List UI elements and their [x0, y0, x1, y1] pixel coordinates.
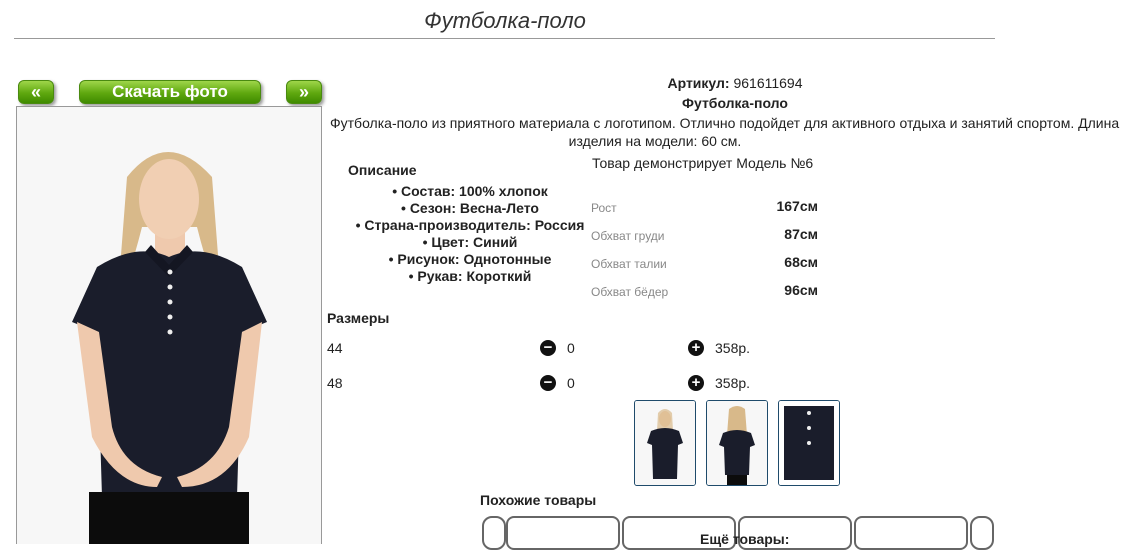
size-label: 44: [327, 340, 343, 356]
carousel-next-button[interactable]: [970, 516, 994, 550]
carousel-prev-button[interactable]: [482, 516, 506, 550]
model-param-row: Рост 167см: [591, 198, 821, 218]
size-price: 358р.: [715, 375, 751, 391]
more-products-heading: Ещё товары:: [700, 531, 790, 547]
article-value: 961611694: [733, 75, 803, 91]
model-param-label: Обхват бёдер: [591, 285, 669, 299]
prev-photo-button[interactable]: «: [18, 80, 54, 104]
description-item: • Рисунок: Однотонные: [388, 251, 552, 267]
photo-thumbnail-detail[interactable]: [778, 400, 840, 486]
article-label: Артикул:: [667, 75, 730, 91]
description-list: • Состав: 100% хлопок • Сезон: Весна-Лет…: [335, 183, 605, 285]
article-line: Артикул: 961611694: [630, 75, 840, 91]
description-heading: Описание: [348, 162, 417, 178]
thumbnail-image: [635, 401, 695, 485]
similar-product-card[interactable]: [506, 516, 620, 550]
main-product-photo[interactable]: [16, 106, 322, 544]
product-description-line1: Футболка-поло из приятного материала с л…: [330, 115, 1120, 131]
minus-circle-icon[interactable]: −: [540, 340, 556, 356]
next-photo-button[interactable]: »: [286, 80, 322, 104]
size-row: 44 − 0 + 358р.: [327, 338, 827, 360]
size-label: 48: [327, 375, 343, 391]
thumbnail-image: [779, 401, 839, 485]
model-param-value: 68см: [784, 254, 818, 270]
description-item: • Рукав: Короткий: [408, 268, 532, 284]
description-item: • Страна-производитель: Россия: [355, 217, 585, 233]
model-param-value: 87см: [784, 226, 818, 242]
size-row: 48 − 0 + 358р.: [327, 373, 827, 395]
minus-circle-icon[interactable]: −: [540, 375, 556, 391]
size-price: 358р.: [715, 340, 751, 356]
page-title: Футболка-поло: [424, 8, 586, 33]
model-param-row: Обхват талии 68см: [591, 254, 821, 274]
thumbnail-image: [707, 401, 767, 485]
model-param-label: Рост: [591, 201, 617, 215]
photo-thumbnail-back[interactable]: [706, 400, 768, 486]
size-quantity: 0: [567, 375, 575, 391]
model-param-value: 96см: [784, 282, 818, 298]
plus-circle-icon[interactable]: +: [688, 375, 704, 391]
similar-product-card[interactable]: [854, 516, 968, 550]
model-param-value: 167см: [776, 198, 818, 214]
model-param-row: Обхват груди 87см: [591, 226, 821, 246]
photo-thumbnail-front[interactable]: [634, 400, 696, 486]
model-param-row: Обхват бёдер 96см: [591, 282, 821, 302]
description-item: • Сезон: Весна-Лето: [401, 200, 539, 216]
download-photo-button[interactable]: Скачать фото: [79, 80, 261, 104]
model-param-label: Обхват талии: [591, 257, 667, 271]
sizes-heading: Размеры: [327, 310, 390, 326]
similar-products-heading: Похожие товары: [480, 492, 597, 508]
size-quantity: 0: [567, 340, 575, 356]
product-description-line2: изделия на модели: 60 см.: [568, 133, 742, 149]
product-name: Футболка-поло: [682, 95, 788, 111]
description-item: • Состав: 100% хлопок: [392, 183, 548, 199]
model-param-label: Обхват груди: [591, 229, 665, 243]
model-heading: Товар демонстрирует Модель №6: [592, 155, 814, 171]
plus-circle-icon[interactable]: +: [688, 340, 704, 356]
title-divider: [14, 38, 995, 39]
description-item: • Цвет: Синий: [422, 234, 518, 250]
model-photo-image: [17, 107, 321, 544]
